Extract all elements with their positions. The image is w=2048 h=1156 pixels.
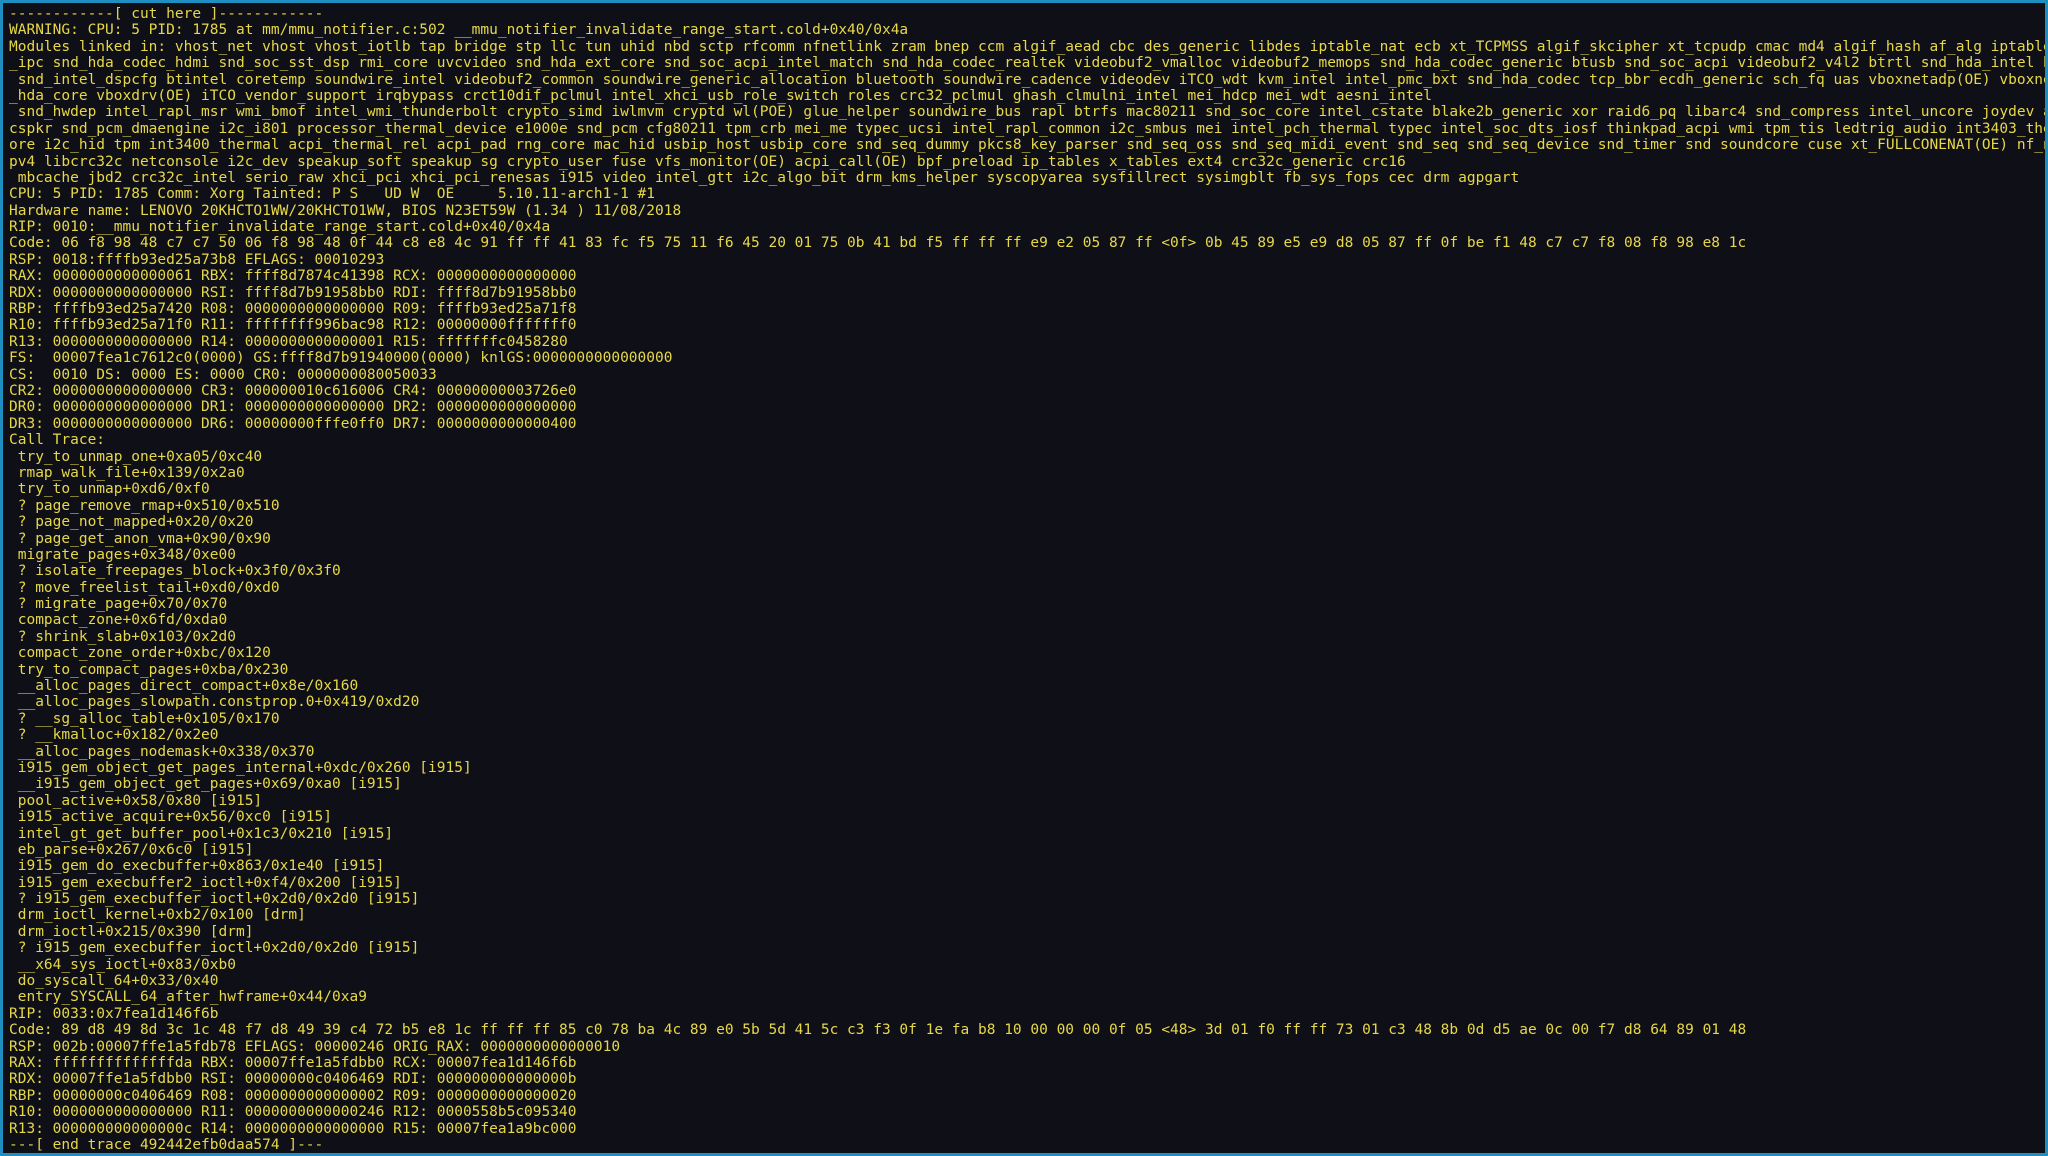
terminal-line: ---[ end trace 492442efb0daa574 ]--- [9,1136,324,1153]
terminal-line: entry_SYSCALL_64_after_hwframe+0x44/0xa9 [9,989,367,1006]
terminal-line: RBP: ffffb93ed25a7420 R08: 0000000000000… [9,301,577,318]
terminal-line: ? shrink_slab+0x103/0x2d0 [9,628,236,645]
terminal-line: RAX: ffffffffffffffda RBX: 00007ffe1a5fd… [9,1055,577,1071]
terminal-line: _ipc snd_hda_codec_hdmi snd_soc_sst_dsp … [9,55,2045,72]
terminal-window[interactable]: ------------[ cut here ]------------ WARN… [0,0,2048,1156]
terminal-line: RDX: 00007ffe1a5fdbb0 RSI: 00000000c0406… [9,1071,577,1088]
terminal-line: FS: 00007fea1c7612c0(0000) GS:ffff8d7b91… [9,350,673,367]
terminal-line: drm_ioctl_kernel+0xb2/0x100 [drm] [9,907,306,924]
terminal-line: ? move_freelist_tail+0xd0/0xd0 [9,579,280,596]
terminal-line: i915_gem_object_get_pages_internal+0xdc/… [9,759,472,776]
terminal-line: ? isolate_freepages_block+0x3f0/0x3f0 [9,563,341,580]
terminal-line: i915_gem_do_execbuffer+0x863/0x1e40 [i91… [9,858,385,875]
terminal-line: do_syscall_64+0x33/0x40 [9,973,219,990]
terminal-line: DR0: 0000000000000000 DR1: 0000000000000… [9,399,577,416]
terminal-line: WARNING: CPU: 5 PID: 1785 at mm/mmu_noti… [9,22,909,39]
terminal-line: CS: 0010 DS: 0000 ES: 0000 CR0: 00000000… [9,366,437,383]
terminal-line: mbcache jbd2 crc32c_intel serio_raw xhci… [9,169,1520,186]
terminal-line: ? page_not_mapped+0x20/0x20 [9,514,254,531]
terminal-line: try_to_unmap_one+0xa05/0xc40 [9,448,263,465]
terminal-line: RIP: 0010:__mmu_notifier_invalidate_rang… [9,219,551,236]
terminal-line: Hardware name: LENOVO 20KHCTO1WW/20KHCTO… [9,202,682,219]
terminal-line: ? page_get_anon_vma+0x90/0x90 [9,530,271,547]
terminal-line: Code: 89 d8 49 8d 3c 1c 48 f7 d8 49 39 c… [9,1022,1747,1039]
terminal-line: ? __sg_alloc_table+0x105/0x170 [9,710,280,727]
terminal-line: R10: ffffb93ed25a71f0 R11: ffffffff996ba… [9,317,577,334]
terminal-line: try_to_unmap+0xd6/0xf0 [9,481,210,498]
terminal-line: __x64_sys_ioctl+0x83/0xb0 [9,956,236,973]
terminal-line: CR2: 0000000000000000 CR3: 000000010c616… [9,382,577,399]
terminal-line: rmap_walk_file+0x139/0x2a0 [9,464,245,481]
terminal-line: __i915_gem_object_get_pages+0x69/0xa0 [i… [9,776,402,793]
terminal-line: RSP: 002b:00007ffe1a5fdb78 EFLAGS: 00000… [9,1038,621,1055]
terminal-line: pv4 libcrc32c netconsole i2c_dev speakup… [9,153,1406,170]
terminal-line: migrate_pages+0x348/0xe00 [9,546,236,563]
terminal-line: eb_parse+0x267/0x6c0 [i915] [9,841,254,858]
terminal-line: R13: 0000000000000000 R14: 0000000000000… [9,333,568,350]
terminal-line: cspkr snd_pcm_dmaengine i2c_i801 process… [9,120,2045,137]
terminal-line: compact_zone_order+0xbc/0x120 [9,645,271,662]
terminal-line: ------------[ cut here ]------------ [9,6,324,22]
terminal-line: RAX: 0000000000000061 RBX: ffff8d7874c41… [9,268,577,285]
terminal-line: i915_active_acquire+0x56/0xc0 [i915] [9,809,333,826]
terminal-line: snd_hwdep intel_rapl_msr wmi_bmof intel_… [9,104,2045,121]
kernel-oops-output: ------------[ cut here ]------------ WARN… [9,6,2045,1153]
terminal-line: CPU: 5 PID: 1785 Comm: Xorg Tainted: P S… [9,186,656,203]
terminal-line: RIP: 0033:0x7fea1d146f6b [9,1005,219,1022]
terminal-line: Modules linked in: vhost_net vhost vhost… [9,38,2045,55]
terminal-line: RDX: 0000000000000000 RSI: ffff8d7b91958… [9,284,577,301]
terminal-line: R10: 0000000000000000 R11: 0000000000000… [9,1104,577,1121]
terminal-line: Code: 06 f8 98 48 c7 c7 50 06 f8 98 48 0… [9,235,1747,252]
terminal-line: RBP: 00000000c0406469 R08: 0000000000000… [9,1087,577,1104]
terminal-line: ? migrate_page+0x70/0x70 [9,596,228,613]
terminal-line: DR3: 0000000000000000 DR6: 00000000fffe0… [9,415,577,432]
terminal-line: RSP: 0018:ffffb93ed25a73b8 EFLAGS: 00010… [9,251,385,268]
terminal-line: ? page_remove_rmap+0x510/0x510 [9,497,280,514]
terminal-line: i915_gem_execbuffer2_ioctl+0xf4/0x200 [i… [9,874,402,891]
terminal-line: ? __kmalloc+0x182/0x2e0 [9,727,219,744]
terminal-line: _hda_core vboxdrv(OE) iTCO_vendor_suppor… [9,87,1432,104]
terminal-line: __alloc_pages_slowpath.constprop.0+0x419… [9,694,420,711]
terminal-line: ? i915_gem_execbuffer_ioctl+0x2d0/0x2d0 … [9,891,420,908]
terminal-line: __alloc_pages_direct_compact+0x8e/0x160 [9,678,359,695]
terminal-line: ore i2c_hid tpm int3400_thermal acpi_the… [9,137,2045,154]
terminal-line: ? i915_gem_execbuffer_ioctl+0x2d0/0x2d0 … [9,940,420,957]
terminal-line: try_to_compact_pages+0xba/0x230 [9,661,289,678]
terminal-line: intel_gt_get_buffer_pool+0x1c3/0x210 [i9… [9,825,394,842]
terminal-line: pool_active+0x58/0x80 [i915] [9,792,263,809]
terminal-line: R13: 000000000000000c R14: 0000000000000… [9,1120,577,1137]
terminal-line: compact_zone+0x6fd/0xda0 [9,612,228,629]
terminal-line: snd_intel_dspcfg btintel coretemp soundw… [9,71,2045,88]
terminal-line: __alloc_pages_nodemask+0x338/0x370 [9,743,315,760]
terminal-line: drm_ioctl+0x215/0x390 [drm] [9,923,254,940]
terminal-line: Call Trace: [9,432,106,449]
